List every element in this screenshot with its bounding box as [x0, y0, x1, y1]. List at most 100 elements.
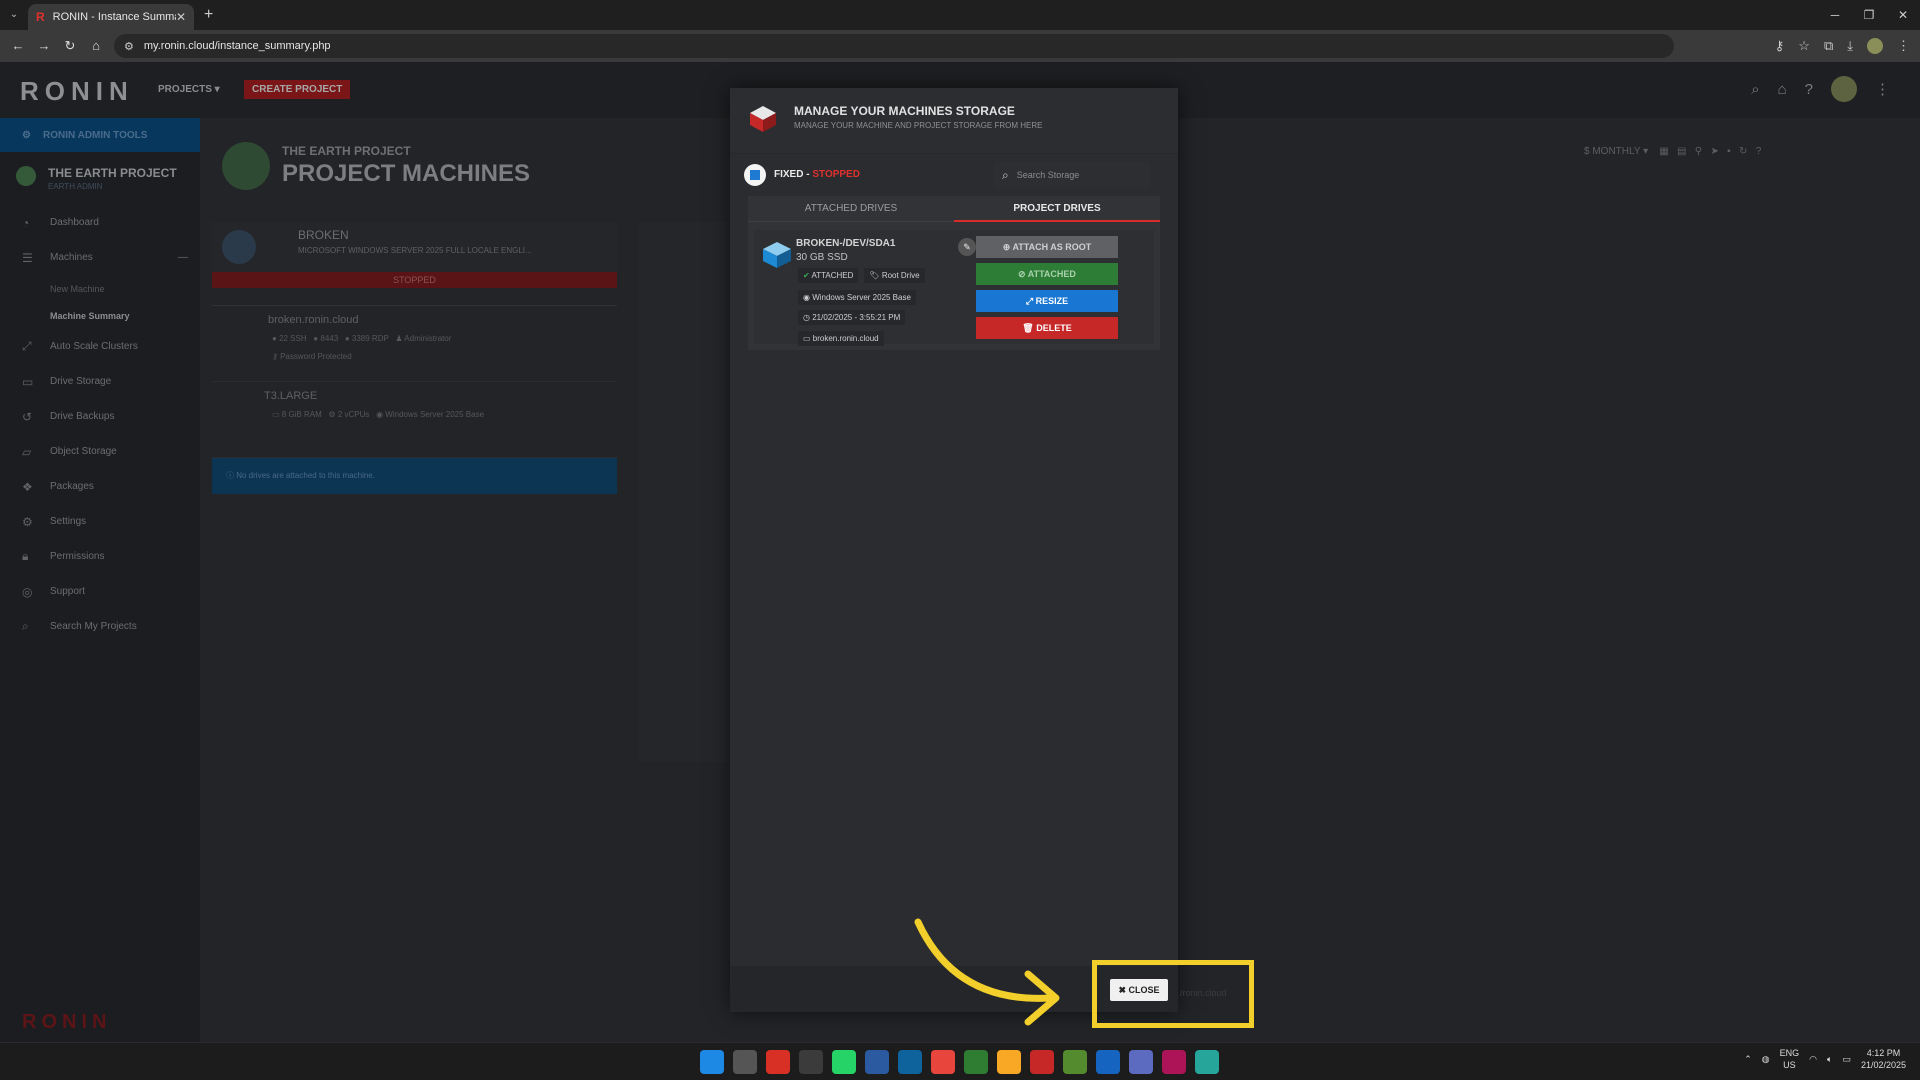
whatsapp-icon[interactable] [832, 1050, 856, 1074]
tab-project-drives[interactable]: PROJECT DRIVES [954, 196, 1160, 222]
volume-icon[interactable]: 🔈︎ [1827, 1054, 1832, 1065]
new-tab-icon[interactable]: + [204, 6, 213, 24]
task-view-icon[interactable] [733, 1050, 757, 1074]
sidebar-item-packages[interactable]: ❖ Packages [0, 469, 200, 504]
app-icon[interactable] [799, 1050, 823, 1074]
profile-avatar[interactable] [1867, 38, 1883, 54]
media-player-icon[interactable] [1030, 1050, 1054, 1074]
sidebar-item-permissions[interactable]: 🔒︎ Permissions [0, 539, 200, 574]
admin-tools-link[interactable]: ⚙ RONIN ADMIN TOOLS [0, 118, 200, 152]
downloads-icon[interactable]: ⤓ [1847, 38, 1853, 54]
machine-card: BROKEN MICROSOFT WINDOWS SERVER 2025 FUL… [212, 222, 617, 494]
chevron-up-icon[interactable]: ⌃ [1744, 1054, 1752, 1065]
address-bar[interactable]: ⚙ my.ronin.cloud/instance_summary.php [114, 34, 1674, 58]
tray-app-icon[interactable]: ◍ [1762, 1054, 1770, 1065]
help-icon[interactable]: ? [1805, 81, 1813, 98]
project-title: THE EARTH PROJECT [0, 152, 200, 186]
close-window-icon[interactable]: ✕ [1886, 0, 1920, 30]
projects-menu[interactable]: PROJECTS ▾ [158, 84, 220, 95]
storage-modal: MANAGE YOUR MACHINES STORAGE MANAGE YOUR… [730, 88, 1178, 1012]
sidebar-item-settings[interactable]: ⚙ Settings [0, 504, 200, 539]
sidebar: ⚙ RONIN ADMIN TOOLS THE EARTH PROJECT EAR… [0, 118, 200, 1042]
windows-start-icon[interactable] [700, 1050, 724, 1074]
dashboard-icon: ◔ [22, 215, 30, 230]
drive-date-tag: ◷ 21/02/2025 - 3:55:21 PM [798, 310, 906, 325]
language-indicator[interactable]: ENG US [1780, 1047, 1800, 1071]
close-tab-icon[interactable]: ✕ [176, 10, 186, 24]
create-project-button[interactable]: CREATE PROJECT [244, 80, 351, 99]
user-avatar[interactable] [1831, 76, 1857, 102]
page-subtitle: THE EARTH PROJECT [282, 144, 411, 158]
app-icon-3[interactable] [1063, 1050, 1087, 1074]
sidebar-item-drive-storage[interactable]: ▭ Drive Storage [0, 364, 200, 399]
packages-icon: ❖ [22, 479, 33, 494]
chrome-icon[interactable] [931, 1050, 955, 1074]
reload-icon[interactable]: ↻ [60, 38, 80, 54]
root-drive-tag: 🏷︎ Root Drive [864, 268, 925, 283]
file-explorer-icon[interactable] [997, 1050, 1021, 1074]
search-icon[interactable]: ⌕ [1751, 81, 1759, 98]
vscode-icon[interactable] [898, 1050, 922, 1074]
sidebar-item-search-projects[interactable]: ⌕ Search My Projects [0, 609, 200, 644]
clock[interactable]: 4:12 PM 21/02/2025 [1861, 1047, 1906, 1071]
sidebar-item-auto-scale[interactable]: ⤢ Auto Scale Clusters [0, 329, 200, 364]
menu-kebab-icon[interactable]: ⋮ [1897, 38, 1910, 54]
sidebar-logo: RONIN [22, 1011, 112, 1033]
delete-button[interactable]: 🗑︎ DELETE [976, 317, 1118, 339]
gmail-icon[interactable] [766, 1050, 790, 1074]
sidebar-item-drive-backups[interactable]: ↺ Drive Backups [0, 399, 200, 434]
app-icon-4[interactable] [1162, 1050, 1186, 1074]
forward-icon[interactable]: → [34, 38, 54, 54]
app-icon-5[interactable] [1195, 1050, 1219, 1074]
machine-state-label: FIXED - STOPPED [774, 169, 860, 180]
minimize-icon[interactable]: ─ [1818, 0, 1852, 30]
ronin-logo[interactable]: RONIN [20, 76, 134, 107]
sidebar-item-support[interactable]: ◎ Support [0, 574, 200, 609]
taskbar: ⌃ ◍ ENG US ◠ 🔈︎ ▭ 4:12 PM 21/02/2025 [0, 1042, 1920, 1080]
sidebar-item-dashboard[interactable]: ◔ Dashboard [0, 205, 200, 240]
gear-icon: ⚙ [22, 514, 33, 529]
battery-icon[interactable]: ▭ [1842, 1054, 1851, 1065]
tab-list-icon[interactable]: ⌄ [6, 7, 22, 23]
drive-name: BROKEN-/DEV/SDA1 [796, 238, 896, 249]
browser-tab[interactable]: R RONIN - Instance Summary ✕ [28, 4, 194, 30]
extensions-icon[interactable]: ⧉ [1824, 38, 1833, 54]
gemini-icon[interactable] [1129, 1050, 1153, 1074]
app-icon-2[interactable] [964, 1050, 988, 1074]
sidebar-item-new-machine[interactable]: New Machine [0, 275, 200, 302]
bookmark-star-icon[interactable]: ☆ [1798, 38, 1810, 54]
storage-search-input[interactable]: ⌕ Search Storage [994, 162, 1150, 188]
billing-period-select[interactable]: $ MONTHLY ▾ ▦ ▤ ⚲ ➤ ▪ ↻ ? [1584, 146, 1761, 157]
tab-attached-drives[interactable]: ATTACHED DRIVES [748, 196, 954, 222]
sidebar-item-machine-summary[interactable]: Machine Summary [0, 302, 200, 329]
resize-button[interactable]: ⤢ RESIZE [976, 290, 1118, 312]
attach-as-root-button[interactable]: ⊕ ATTACH AS ROOT [976, 236, 1118, 258]
attached-button[interactable]: ⊘ ATTACHED [976, 263, 1118, 285]
back-icon[interactable]: ← [8, 38, 28, 54]
search-icon: ⌕ [1002, 167, 1009, 182]
page-title: PROJECT MACHINES [282, 160, 531, 187]
restore-icon[interactable]: ❐ [1852, 0, 1886, 30]
site-info-icon[interactable]: ⚙ [124, 40, 134, 53]
support-icon: ◎ [22, 584, 33, 599]
home-icon[interactable]: ⌂ [86, 38, 106, 54]
calendar-icon[interactable] [865, 1050, 889, 1074]
host-name[interactable]: broken.ronin.cloud [268, 314, 359, 326]
footer-url: /ronin.cloud [1180, 988, 1227, 998]
edit-pencil-icon[interactable]: ✎ [958, 238, 976, 256]
machine-card-tabs[interactable] [212, 288, 617, 306]
spec-list: ▭ 8 GiB RAM ⚙ 2 vCPUs ◉ Windows Server 2… [272, 410, 485, 419]
machine-os: MICROSOFT WINDOWS SERVER 2025 FULL LOCAL… [298, 246, 532, 255]
wifi-icon[interactable]: ◠ [1809, 1054, 1817, 1065]
status-badge: STOPPED [212, 272, 617, 288]
close-button[interactable]: ✖ CLOSE [1110, 979, 1168, 1001]
sidebar-item-object-storage[interactable]: ▱ Object Storage [0, 434, 200, 469]
instance-type: T3.LARGE [264, 390, 318, 402]
menu-kebab-icon[interactable]: ⋮ [1875, 80, 1890, 98]
collapse-icon[interactable]: — [178, 252, 188, 263]
jira-icon[interactable] [1096, 1050, 1120, 1074]
lock-icon: 🔒︎ [22, 549, 29, 563]
home-icon[interactable]: ⌂ [1778, 81, 1787, 98]
password-key-icon[interactable]: ⚷ [1775, 38, 1785, 54]
sidebar-item-machines[interactable]: ☰ Machines — [0, 240, 200, 275]
